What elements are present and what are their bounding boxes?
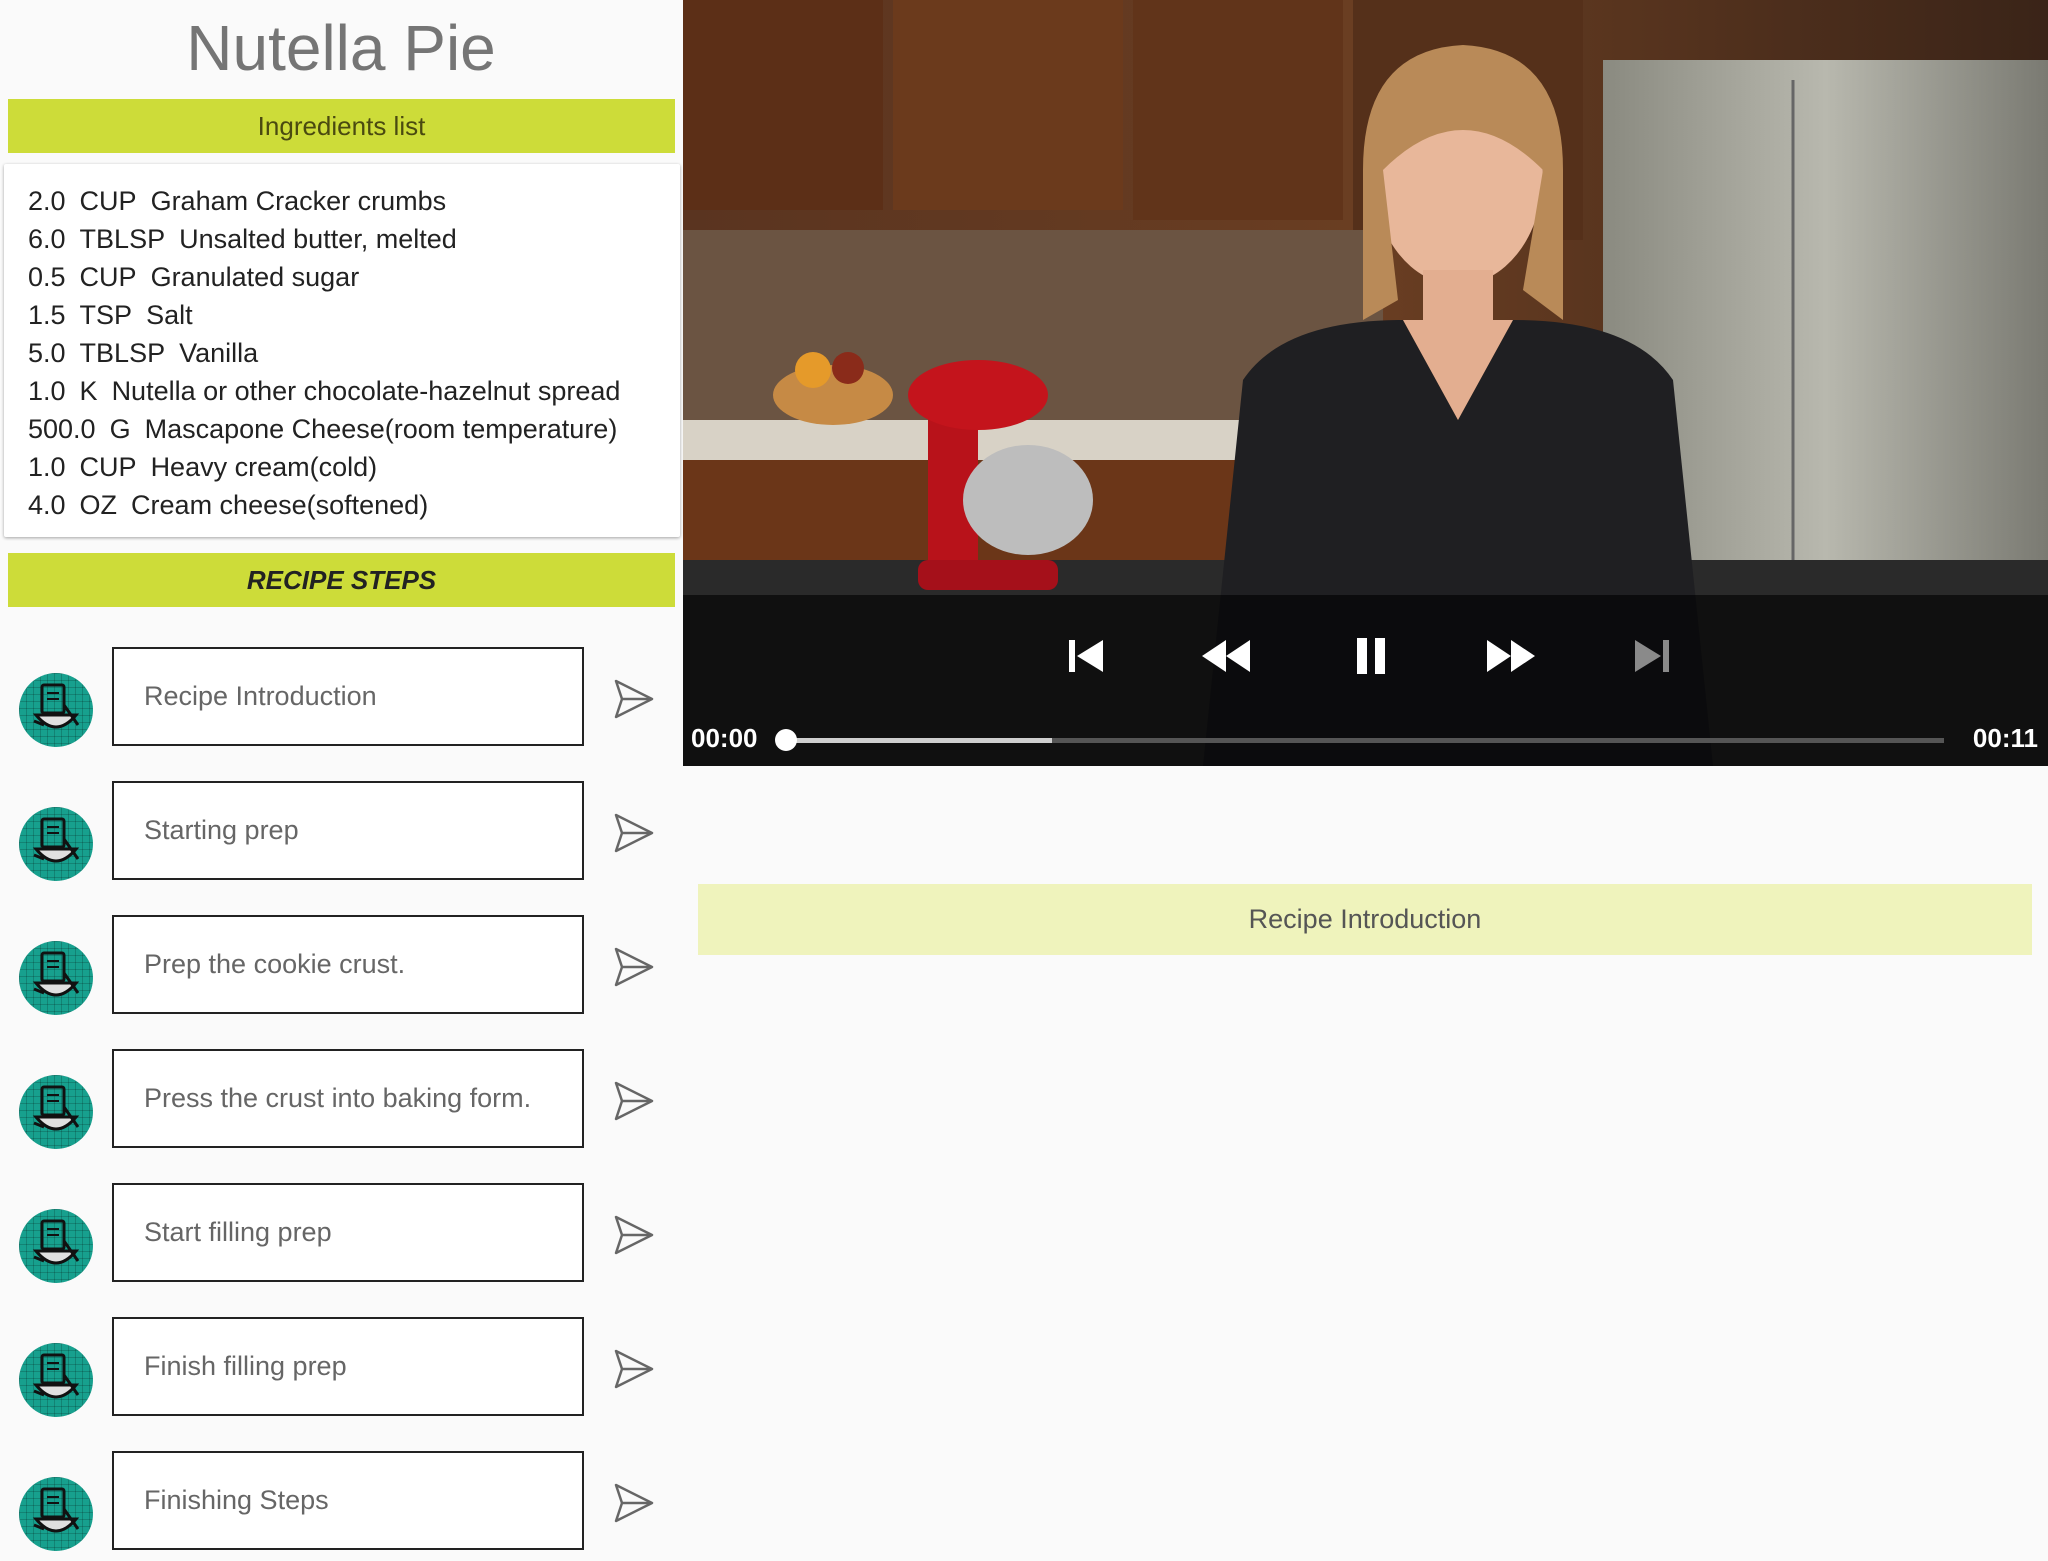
recipe-panel: Nutella Pie Ingredients list 2.0 CUP Graha…: [0, 0, 682, 1551]
rewind-icon[interactable]: [1198, 630, 1254, 682]
duration: 00:11: [1972, 723, 2038, 753]
ingredient-name: Graham Cracker crumbs: [150, 186, 447, 216]
step-title-box[interactable]: Prep the cookie crust.: [112, 915, 584, 1014]
send-icon[interactable]: [612, 1347, 656, 1391]
ingredient-item: 6.0 TBLSP Unsalted butter, melted: [28, 220, 634, 258]
send-icon[interactable]: [612, 677, 656, 721]
step-title-box[interactable]: Press the crust into baking form.: [112, 1049, 584, 1148]
ingredient-qty: 6.0: [28, 224, 66, 254]
send-icon[interactable]: [612, 1079, 656, 1123]
ingredients-card: 2.0 CUP Graham Cracker crumbs 6.0 TBLSP Unsa…: [4, 164, 680, 537]
ingredient-qty: 5.0: [28, 338, 66, 368]
current-step-label: Recipe Introduction: [698, 884, 2032, 955]
seek-bar[interactable]: [775, 729, 1944, 751]
recipe-book-icon: [19, 1343, 93, 1417]
step-title-box[interactable]: Finishing Steps: [112, 1451, 584, 1550]
skip-next-icon[interactable]: [1627, 630, 1679, 682]
step-item[interactable]: Recipe Introduction: [0, 647, 682, 757]
recipe-title: Nutella Pie: [186, 12, 496, 84]
current-time: 00:00: [691, 723, 758, 753]
recipe-book-icon: [19, 673, 93, 747]
ingredient-item: 0.5 CUP Granulated sugar: [28, 258, 634, 296]
recipe-steps-header: RECIPE STEPS: [8, 553, 675, 607]
ingredient-qty: 500.0: [28, 414, 96, 444]
ingredient-item: 5.0 TBLSP Vanilla: [28, 334, 634, 372]
ingredient-item: 2.0 CUP Graham Cracker crumbs: [28, 182, 634, 220]
fast-forward-icon[interactable]: [1483, 630, 1539, 682]
ingredient-item: 500.0 G Mascapone Cheese(room temperature): [28, 410, 634, 448]
ingredient-name: Vanilla: [179, 338, 259, 368]
ingredient-item: 1.0 CUP Heavy cream(cold): [28, 448, 634, 486]
pause-icon[interactable]: [1345, 630, 1397, 682]
seek-handle[interactable]: [775, 729, 797, 751]
ingredient-item: 4.0 OZ Cream cheese(softened): [28, 486, 634, 524]
buffered-progress: [786, 738, 1053, 743]
ingredient-qty: 0.5: [28, 262, 66, 292]
ingredient-unit: CUP: [79, 262, 137, 292]
step-item[interactable]: Press the crust into baking form.: [0, 1049, 682, 1159]
ingredient-name: Granulated sugar: [150, 262, 360, 292]
send-icon[interactable]: [612, 811, 656, 855]
ingredient-item: 1.5 TSP Salt: [28, 296, 634, 334]
step-item[interactable]: Start filling prep: [0, 1183, 682, 1293]
ingredient-qty: 4.0: [28, 490, 66, 520]
ingredient-unit: K: [79, 376, 98, 406]
ingredient-name: Unsalted butter, melted: [179, 224, 457, 254]
ingredient-unit: TSP: [79, 300, 133, 330]
recipe-book-icon: [19, 807, 93, 881]
recipe-book-icon: [19, 1075, 93, 1149]
step-title-box[interactable]: Finish filling prep: [112, 1317, 584, 1416]
step-title-box[interactable]: Recipe Introduction: [112, 647, 584, 746]
recipe-book-icon: [19, 1209, 93, 1283]
skip-previous-icon[interactable]: [1059, 630, 1111, 682]
ingredient-unit: OZ: [79, 490, 118, 520]
send-icon[interactable]: [612, 945, 656, 989]
ingredient-qty: 1.5: [28, 300, 66, 330]
step-item[interactable]: Starting prep: [0, 781, 682, 891]
step-item[interactable]: Finish filling prep: [0, 1317, 682, 1427]
ingredient-unit: CUP: [79, 452, 137, 482]
ingredients-list: 2.0 CUP Graham Cracker crumbs 6.0 TBLSP Unsa…: [28, 182, 634, 524]
ingredient-name: Cream cheese(softened): [131, 490, 429, 520]
ingredients-header: Ingredients list: [8, 99, 675, 153]
ingredient-name: Mascapone Cheese(room temperature): [144, 414, 618, 444]
ingredient-name: Heavy cream(cold): [150, 452, 378, 482]
video-controls: 00:00 00:11: [683, 595, 2048, 766]
ingredient-qty: 1.0: [28, 376, 66, 406]
ingredient-unit: G: [109, 414, 131, 444]
recipe-book-icon: [19, 1477, 93, 1551]
ingredient-qty: 1.0: [28, 452, 66, 482]
ingredient-name: Nutella or other chocolate-hazelnut spre…: [111, 376, 621, 406]
send-icon[interactable]: [612, 1213, 656, 1257]
step-item[interactable]: Prep the cookie crust.: [0, 915, 682, 1025]
recipe-book-icon: [19, 941, 93, 1015]
ingredient-qty: 2.0: [28, 186, 66, 216]
ingredient-unit: TBLSP: [79, 224, 166, 254]
ingredient-item: 1.0 K Nutella or other chocolate-hazelnut …: [28, 372, 634, 410]
step-item[interactable]: Finishing Steps: [0, 1451, 682, 1561]
send-icon[interactable]: [612, 1481, 656, 1525]
ingredient-name: Salt: [146, 300, 193, 330]
ingredient-unit: TBLSP: [79, 338, 166, 368]
ingredient-unit: CUP: [79, 186, 137, 216]
step-title-box[interactable]: Starting prep: [112, 781, 584, 880]
step-title-box[interactable]: Start filling prep: [112, 1183, 584, 1282]
video-player[interactable]: 00:00 00:11: [683, 0, 2048, 766]
